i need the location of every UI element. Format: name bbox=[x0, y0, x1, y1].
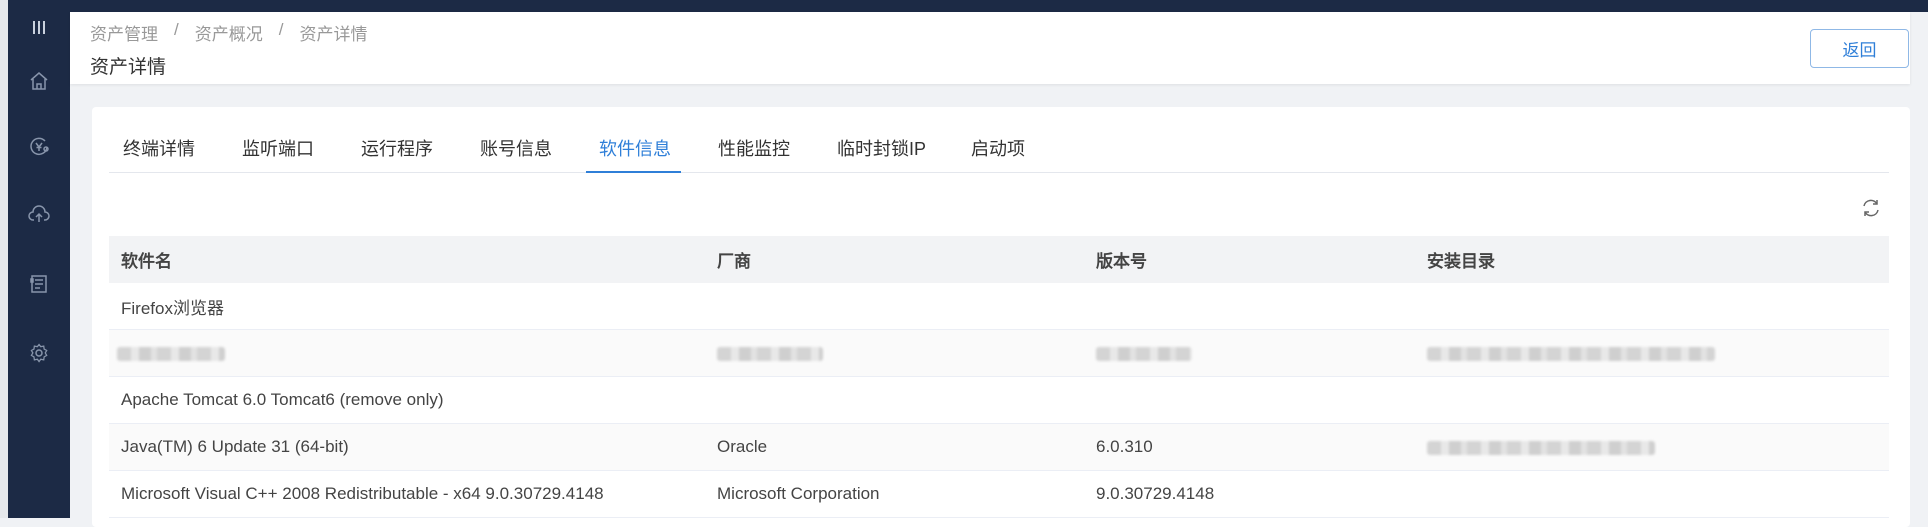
table-header: 软件名 厂商 版本号 安装目录 bbox=[109, 236, 1889, 283]
table-row[interactable]: Java(TM) 6 Update 31 (64-bit) Oracle 6.0… bbox=[109, 424, 1889, 471]
cell-install-dir-redacted bbox=[1415, 343, 1889, 363]
cell-name: Microsoft Visual C++ 2008 Redistributabl… bbox=[121, 484, 604, 503]
top-strip bbox=[70, 0, 1928, 12]
page-title: 资产详情 bbox=[90, 57, 167, 78]
redacted-text bbox=[1096, 346, 1192, 361]
breadcrumb: 资产管理 / 资产概况 / 资产详情 bbox=[90, 20, 367, 45]
active-tab-indicator bbox=[586, 171, 681, 173]
page-header: 资产管理 / 资产概况 / 资产详情 资产详情 返回 bbox=[70, 12, 1910, 84]
tab-running-programs[interactable]: 运行程序 bbox=[361, 135, 433, 173]
cell-version-redacted bbox=[1084, 343, 1415, 363]
report-icon[interactable] bbox=[8, 269, 70, 299]
software-table: 软件名 厂商 版本号 安装目录 Firefox浏览器 Apache Tomcat… bbox=[109, 236, 1889, 518]
cell-vendor: Microsoft Corporation bbox=[717, 484, 880, 503]
tab-performance-monitor[interactable]: 性能监控 bbox=[718, 135, 790, 173]
tab-listening-ports[interactable]: 监听端口 bbox=[242, 135, 314, 173]
breadcrumb-item-current: 资产详情 bbox=[299, 25, 368, 44]
tab-temp-block-ip[interactable]: 临时封锁IP bbox=[837, 135, 926, 173]
cell-vendor-redacted bbox=[705, 343, 1084, 363]
table-row[interactable]: Apache Tomcat 6.0 Tomcat6 (remove only) bbox=[109, 377, 1889, 424]
redacted-text bbox=[117, 346, 225, 361]
upload-icon[interactable] bbox=[8, 200, 70, 230]
tab-startup-items[interactable]: 启动项 bbox=[971, 135, 1025, 173]
breadcrumb-separator: / bbox=[174, 20, 179, 39]
sidebar bbox=[8, 0, 70, 518]
table-row[interactable] bbox=[109, 330, 1889, 377]
breadcrumb-separator: / bbox=[278, 20, 284, 39]
cell-version: 6.0.310 bbox=[1096, 437, 1153, 456]
column-header-name[interactable]: 软件名 bbox=[109, 247, 705, 272]
tab-terminal-details[interactable]: 终端详情 bbox=[123, 135, 195, 173]
cell-name: Java(TM) 6 Update 31 (64-bit) bbox=[121, 437, 349, 456]
menu-icon[interactable] bbox=[8, 13, 70, 43]
home-icon[interactable] bbox=[8, 66, 70, 96]
column-header-vendor[interactable]: 厂商 bbox=[705, 247, 1084, 272]
breadcrumb-item[interactable]: 资产概况 bbox=[195, 20, 263, 45]
breadcrumb-item[interactable]: 资产管理 bbox=[90, 20, 158, 45]
tab-bar: 终端详情 监听端口 运行程序 账号信息 软件信息 性能监控 临时封锁IP 启动项 bbox=[109, 107, 1889, 173]
column-header-version[interactable]: 版本号 bbox=[1084, 247, 1415, 272]
window-edge bbox=[0, 0, 8, 518]
tab-account-info[interactable]: 账号信息 bbox=[480, 135, 552, 173]
cell-name: Apache Tomcat 6.0 Tomcat6 (remove only) bbox=[121, 390, 444, 409]
cell-install-dir-redacted bbox=[1415, 437, 1889, 457]
cell-vendor: Oracle bbox=[717, 437, 768, 456]
cell-name-redacted bbox=[109, 343, 705, 363]
content-card: 终端详情 监听端口 运行程序 账号信息 软件信息 性能监控 临时封锁IP 启动项… bbox=[92, 107, 1910, 527]
cell-name: Firefox浏览器 bbox=[121, 298, 224, 318]
redacted-text bbox=[717, 346, 823, 361]
refresh-icon[interactable] bbox=[1860, 197, 1882, 219]
tab-software-info[interactable]: 软件信息 bbox=[599, 135, 671, 173]
cell-version: 9.0.30729.4148 bbox=[1096, 484, 1215, 503]
redacted-text bbox=[1427, 346, 1715, 361]
table-row[interactable]: Firefox浏览器 bbox=[109, 283, 1889, 330]
column-header-install-dir[interactable]: 安装目录 bbox=[1415, 247, 1889, 272]
settings-icon[interactable] bbox=[8, 338, 70, 368]
redacted-text bbox=[1427, 440, 1655, 455]
back-button[interactable]: 返回 bbox=[1810, 29, 1909, 68]
asset-icon[interactable] bbox=[8, 131, 70, 161]
table-row[interactable]: Microsoft Visual C++ 2008 Redistributabl… bbox=[109, 471, 1889, 518]
